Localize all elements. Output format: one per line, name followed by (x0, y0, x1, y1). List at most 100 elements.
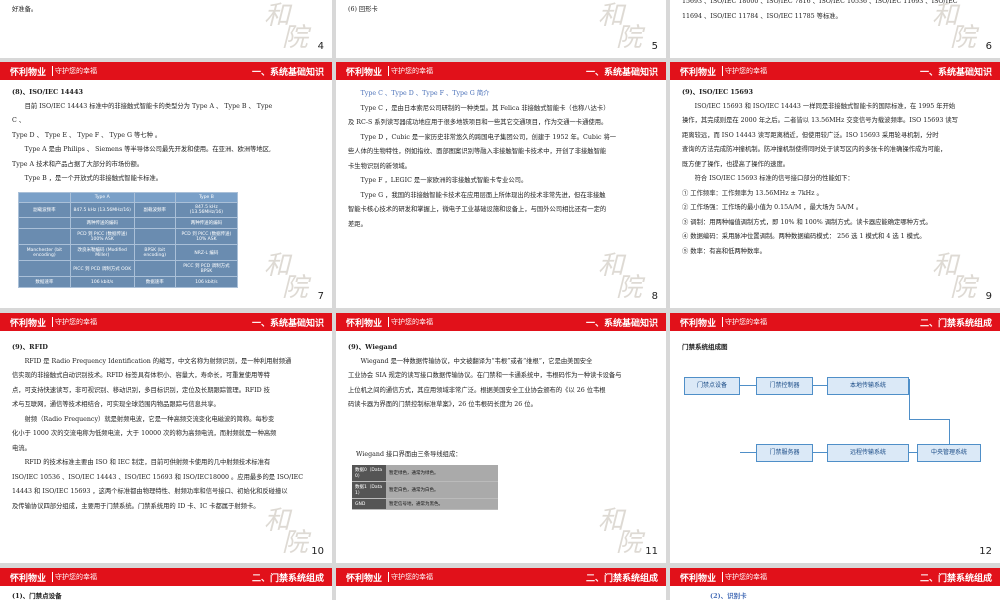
table-cell (133, 228, 176, 245)
watermark: 和院 (932, 251, 977, 303)
slogan: 守护您的幸福 (55, 67, 97, 75)
page-header: 怀利物业 守护您的幸福 一、系统基础知识 (670, 62, 1000, 80)
table-cell: 两种传送的编码 (69, 217, 135, 229)
table-cell: 106 kbit/s (174, 276, 239, 288)
page-line: 信实现的非接触式自动识别技术。RFID 标签具有体积小、容量大，寿命长，可重复使… (12, 372, 270, 379)
watermark: 和院 (264, 1, 309, 53)
page-line: 差距。 (348, 220, 367, 228)
page-line: Type G ，我国的非接触智能卡技术在应用层面上所体现出的技术非常先进，但在非… (360, 191, 606, 199)
page-number: 6 (985, 41, 992, 52)
section-title: 一、系统基础知识 (251, 68, 324, 78)
list-item: ① 工作频率：工作频率为 13.56MHz ± 7kHz 。 (682, 189, 823, 197)
table-cell: 副载波频率 (18, 202, 71, 218)
page-line: 符合 ISO/IEC 15693 标准的信号接口部分的性能如下： (694, 175, 854, 182)
logo: 怀利物业 (10, 68, 47, 78)
page-8: 怀利物业 守护您的幸福 一、系统基础知识 Type C 、Type D 、Typ… (336, 62, 666, 308)
table-cell: 847.5 kHz (13.56MHz/16) (69, 202, 135, 218)
table-cell: 暂定绿色，通常为绿色。 (386, 465, 498, 482)
table-cell (133, 192, 176, 203)
table-cell: NRZ-L 编码 (174, 244, 239, 261)
page-line: 上位机之间的通信方式，其应用领域非常广泛。根据美国安全工业协会颁布的《以 26 … (348, 386, 606, 394)
section-title: 二、门禁系统组成 (919, 574, 992, 584)
page-9: 怀利物业 守护您的幸福 一、系统基础知识 (9)、ISO/IEC 15693 I… (670, 62, 1000, 308)
table-cell: 数据速率 (18, 276, 71, 288)
list-item: ② 工作场强：工作场的最小值为 0.15A/M ，最大场为 5A/M 。 (682, 204, 863, 211)
table-cell (18, 217, 71, 229)
page-line: RFID 是 Radio Frequency Identification 的缩… (24, 357, 292, 365)
slogan: 守护您的幸福 (725, 573, 767, 581)
page-number: 5 (651, 41, 658, 52)
page-line: 目前 ISO/IEC 14443 标准中的非接触式智能卡的类型分为 Type A… (24, 102, 273, 110)
page-heading: 门禁系统组成图 (682, 343, 728, 351)
page-heading: (9)、ISO/IEC 15693 (682, 88, 753, 96)
diagram-box: 门禁服务器 (756, 444, 813, 462)
page-line: 射频（Radio Frequency）就是射频电波，它是一种高频交流变化电磁波的… (24, 415, 275, 423)
page-heading: (2)、识别卡 (710, 592, 747, 600)
page-10: 怀利物业 守护您的幸福 一、系统基础知识 (9)、RFID RFID 是 Rad… (0, 313, 332, 563)
page-heading: (1)、门禁点设备 (12, 592, 62, 600)
logo: 怀利物业 (346, 319, 383, 329)
table-cell: GND (352, 498, 386, 510)
wiegand-title: Wiegand 接口界面由三条导线组成： (356, 451, 462, 458)
logo: 怀利物业 (10, 319, 47, 329)
page-6: 15693 、ISO/IEC 18000 、ISO/IEC 7816 、ISO/… (670, 0, 1000, 58)
page-11: 怀利物业 守护您的幸福 一、系统基础知识 (9)、Wiegand Wiegand… (336, 313, 666, 563)
slogan: 守护您的幸福 (391, 318, 433, 326)
page-line: Type D ，Cubic 是一家历史非常悠久的跨国电子集团公司，创建于 195… (360, 133, 617, 141)
watermark: 和院 (932, 1, 977, 53)
slogan: 守护您的幸福 (55, 573, 97, 581)
table-cell: Manchester (bit encoding) (18, 244, 71, 261)
page-header: 怀利物业 守护您的幸福 二、门禁系统组成 (670, 313, 1000, 331)
watermark: 和院 (598, 1, 643, 53)
page-4: 好准备。 和院 4 (0, 0, 332, 58)
watermark: 和院 (264, 506, 309, 558)
page-number: 10 (311, 546, 324, 557)
page-heading: (9)、RFID (12, 343, 48, 351)
page-number: 9 (985, 291, 992, 302)
page-7: 怀利物业 守护您的幸福 一、系统基础知识 (8)、ISO/IEC 14443 目… (0, 62, 332, 308)
page-line: C 、 (12, 117, 26, 124)
page-number: 8 (651, 291, 658, 302)
table-cell: 数据速率 (133, 276, 176, 288)
page-line: Wiegand 是一种数据传输协议，中文被翻译为“韦根”或者“维根”，它是由美国… (360, 357, 593, 365)
section-title: 一、系统基础知识 (585, 319, 658, 329)
slogan: 守护您的幸福 (725, 318, 767, 326)
table-cell: 数据0（Data 0） (352, 465, 386, 482)
section-title: 一、系统基础知识 (585, 68, 658, 78)
table-cell (133, 260, 176, 277)
page-line: 操作，其完成则是在 2000 年之后。二者皆以 13.56MHz 交变信号为载波… (682, 117, 958, 124)
page-line: 术与互联网，通信等技术相结合，可实现全球范围内物品跟踪与信息共享。 (12, 401, 220, 408)
table-cell: PICC 到 PCD 调制方式 OOK (69, 260, 135, 277)
page-line: 卡生物识别的新领域。 (348, 162, 411, 170)
diagram-box: 中央管理系统 (917, 444, 981, 462)
table-cell: 106 kbit/s (69, 276, 135, 288)
page-line: 14443 和 ISO/IEC 15693 ，这两个标准都由物理特性、射频功率和… (12, 488, 288, 495)
slogan: 守护您的幸福 (725, 67, 767, 75)
page-header: 怀利物业 守护您的幸福 一、系统基础知识 (0, 62, 332, 80)
page-line: Type C ，是由日本索尼公司研制的一种类型。其 Felica 非接触式智能卡… (360, 104, 610, 112)
table-cell (18, 228, 71, 245)
table-cell (18, 192, 71, 203)
list-item: ③ 调制：用两种幅值调制方式，即 10% 和 100% 调制方式。读卡器应能确定… (682, 218, 932, 226)
page-heading: (8)、ISO/IEC 14443 (12, 88, 83, 96)
page-13: 怀利物业 守护您的幸福 二、门禁系统组成 (1)、门禁点设备 (0, 568, 332, 600)
page-line: Type A 技术和产品占据了大部分的市场份额。 (12, 160, 144, 168)
page-header: 怀利物业 守护您的幸福 一、系统基础知识 (0, 313, 332, 331)
watermark: 和院 (598, 251, 643, 303)
page-line: 智能卡核心技术的研发和掌握上，微电子工业基础设施和设备上，与国外公司相比还有一定… (348, 206, 607, 213)
table-cell: 暂定白色，通常为白色。 (386, 481, 498, 499)
page-line: 距离较远，而 ISO 14443 读写距离稍近，但使用较广泛。ISO 15693… (682, 131, 939, 139)
page-header: 怀利物业 守护您的幸福 二、门禁系统组成 (0, 568, 332, 586)
page-line: 点，可支持快速读写，非可视识别、移动识别，多目标识别，定位及长期跟踪管理。RFI… (12, 386, 270, 394)
page-number: 11 (645, 546, 658, 557)
page-number: 12 (979, 546, 992, 557)
section-title: 二、门禁系统组成 (251, 574, 324, 584)
table-cell: 改良米勒编码 (Modified Miller) (69, 244, 135, 261)
diagram-box: 门禁点设备 (684, 377, 740, 395)
diagram-box: 远程传输系统 (827, 444, 909, 462)
watermark: 和院 (264, 251, 309, 303)
diagram-box: 本地传输系统 (827, 377, 909, 395)
table-cell: PCD 到 PICC (数据传送) 10% ASK (174, 228, 239, 245)
page-line: Type B ，是一个开放式的非接触式智能卡标准。 (24, 175, 163, 182)
table-cell: 数据1（Data 1） (352, 481, 386, 499)
